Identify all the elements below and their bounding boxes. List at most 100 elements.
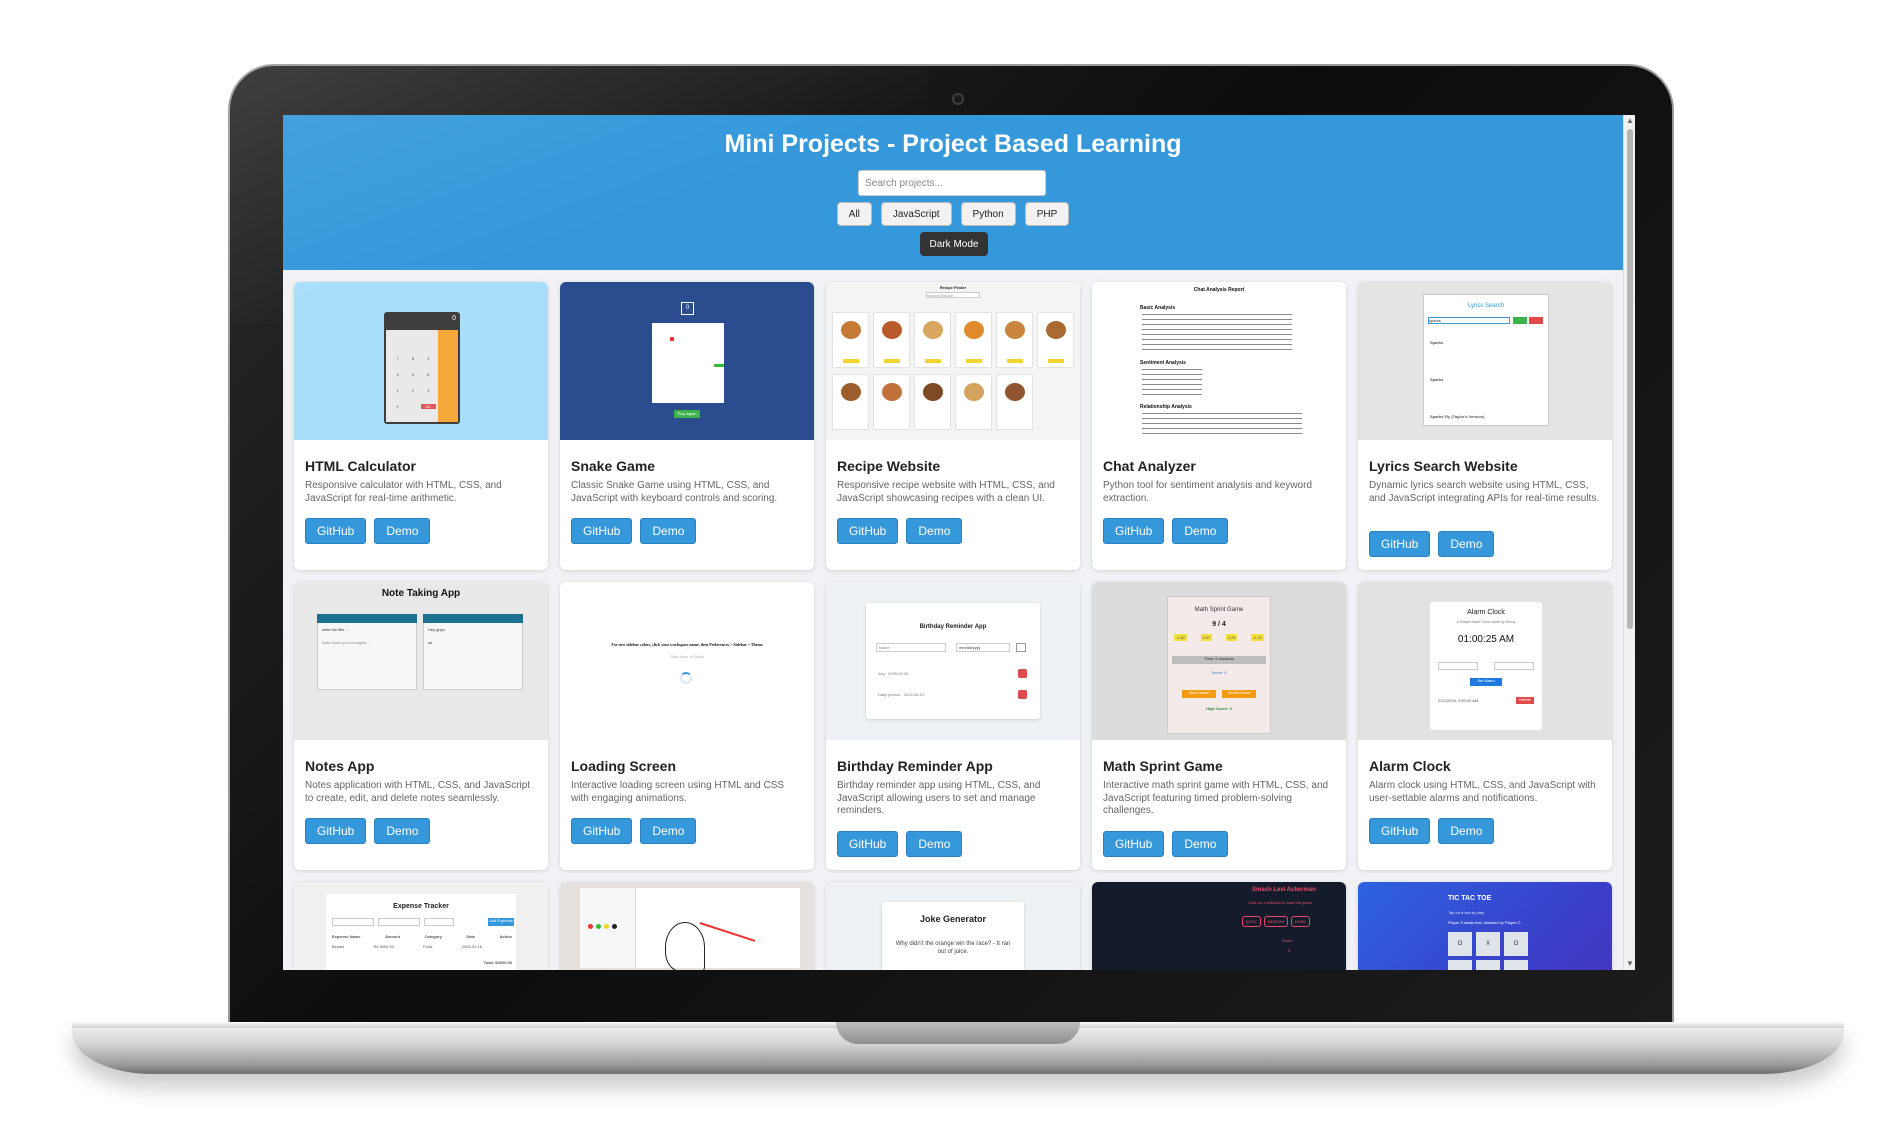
project-card: 0 789 456 123 0 AC HTML Calculator Respon… (294, 282, 548, 570)
project-actions: GitHub Demo (1369, 531, 1495, 557)
play-again-button: Play Again (674, 410, 700, 418)
joke-generator-screenshot: Joke Generator Why didn't the orange win… (826, 882, 1080, 970)
page-header: Mini Projects - Project Based Learning A… (283, 115, 1623, 270)
expense-tracker-screenshot: Expense Tracker Add Expense Expense Name… (294, 882, 548, 970)
birthday-reminder-screenshot: Birthday Reminder App Name mm/dd/yyyy he… (826, 582, 1080, 740)
demo-button[interactable]: Demo (374, 818, 431, 844)
vertical-scrollbar[interactable]: ▲ ▼ (1623, 115, 1635, 970)
project-title: Lyrics Search Website (1369, 458, 1518, 474)
project-description: Responsive recipe website with HTML, CSS… (837, 480, 1055, 504)
demo-button[interactable]: Demo (374, 518, 431, 544)
project-description: Interactive loading screen using HTML an… (571, 780, 785, 804)
github-button[interactable]: GitHub (837, 518, 899, 544)
notes-app-screenshot: Note Taking App write the title ... Note… (294, 582, 548, 740)
recipe-search: Search Recipe (926, 292, 980, 298)
demo-button[interactable]: Demo (1438, 818, 1495, 844)
demo-button[interactable]: Demo (906, 831, 963, 857)
loading-screen-screenshot: For new sidebar colors, click your works… (560, 582, 814, 740)
filter-javascript-button[interactable]: JavaScript (880, 202, 952, 226)
drawing-app-screenshot (560, 882, 814, 970)
project-actions: GitHub Demo (571, 518, 697, 544)
project-description: Notes application with HTML, CSS, and Ja… (305, 780, 531, 804)
project-title: Alarm Clock (1369, 758, 1451, 774)
webcam-icon (952, 93, 964, 105)
demo-button[interactable]: Demo (1172, 831, 1229, 857)
demo-button[interactable]: Demo (1438, 531, 1495, 557)
project-card: Recipe Finder Search Recipe Recipe Websi… (826, 282, 1080, 570)
scrollbar-thumb[interactable] (1627, 129, 1633, 629)
project-description: Birthday reminder app using HTML, CSS, a… (837, 780, 1041, 816)
notes-heading: Note Taking App (381, 588, 461, 599)
project-card: For new sidebar colors, click your works… (560, 582, 814, 870)
project-actions: GitHub Demo (1103, 831, 1229, 857)
scroll-down-arrow-icon[interactable]: ▼ (1626, 960, 1634, 968)
chat-analyzer-screenshot: Chat Analysis Report Basic Analysis Sent… (1092, 282, 1346, 440)
project-card: Lyrics Search sparks Sparks Sparks Spark… (1358, 282, 1612, 570)
github-button[interactable]: GitHub (571, 518, 633, 544)
page-title: Mini Projects - Project Based Learning (724, 130, 1182, 158)
github-button[interactable]: GitHub (571, 818, 633, 844)
project-title: Chat Analyzer (1103, 458, 1196, 474)
github-button[interactable]: GitHub (1103, 831, 1165, 857)
recipe-heading: Recipe Finder (939, 285, 967, 290)
alarm-clock-screenshot: Alarm Clock A Simple Alarm Clock made by… (1358, 582, 1612, 740)
snake-board (652, 323, 724, 403)
demo-button[interactable]: Demo (906, 518, 963, 544)
project-card: 0 Play Again Snake Game Classic Snake Ga… (560, 282, 814, 570)
calculator-display: 0 (452, 315, 456, 322)
project-title: Math Sprint Game (1103, 758, 1223, 774)
github-button[interactable]: GitHub (305, 518, 367, 544)
filter-all-button[interactable]: All (836, 202, 872, 226)
github-button[interactable]: GitHub (1369, 531, 1431, 557)
github-button[interactable]: GitHub (1369, 818, 1431, 844)
tic-tac-toe-board: O X O (1448, 932, 1528, 956)
filter-python-button[interactable]: Python (960, 202, 1016, 226)
project-card: Joke Generator Why didn't the orange win… (826, 882, 1080, 970)
project-description: Dynamic lyrics search website using HTML… (1369, 480, 1600, 504)
project-title: Birthday Reminder App (837, 758, 993, 774)
project-description: Responsive calculator with HTML, CSS, an… (305, 480, 502, 504)
project-grid: 0 789 456 123 0 AC HTML Calculator Respon… (294, 282, 1612, 970)
project-card: Birthday Reminder App Name mm/dd/yyyy he… (826, 582, 1080, 870)
project-title: Snake Game (571, 458, 656, 474)
dark-mode-button[interactable]: Dark Mode (920, 232, 988, 256)
snake-game-screenshot: 0 Play Again (560, 282, 814, 440)
project-card: Alarm Clock A Simple Alarm Clock made by… (1358, 582, 1612, 870)
scroll-up-arrow-icon[interactable]: ▲ (1626, 117, 1634, 125)
lyrics-heading: Lyrics Search (1467, 303, 1505, 309)
demo-button[interactable]: Demo (640, 818, 697, 844)
project-actions: GitHub Demo (305, 818, 431, 844)
laptop-mockup: Mini Projects - Project Based Learning A… (0, 0, 1895, 1139)
demo-button[interactable]: Demo (1172, 518, 1229, 544)
browser-viewport: Mini Projects - Project Based Learning A… (283, 115, 1635, 970)
chat-report-heading: Chat Analysis Report (1193, 287, 1245, 293)
chat-report-lines (1142, 314, 1292, 354)
filter-php-button[interactable]: PHP (1024, 202, 1070, 226)
project-actions: GitHub Demo (837, 831, 963, 857)
alarm-time-display: 01:00:25 AM (1457, 634, 1515, 645)
github-button[interactable]: GitHub (305, 818, 367, 844)
project-description: Python tool for sentiment analysis and k… (1103, 480, 1312, 504)
lyrics-search-field: sparks (1428, 317, 1510, 324)
project-actions: GitHub Demo (837, 518, 963, 544)
project-title: HTML Calculator (305, 458, 416, 474)
recipe-cards (832, 312, 1074, 430)
project-actions: GitHub Demo (1103, 518, 1229, 544)
demo-button[interactable]: Demo (640, 518, 697, 544)
calculator-screenshot: 0 789 456 123 0 AC (294, 282, 548, 440)
loading-spinner-icon (680, 672, 692, 684)
snake-score: 0 (681, 302, 694, 315)
snake-food (670, 337, 674, 341)
project-description: Interactive math sprint game with HTML, … (1103, 780, 1329, 816)
project-actions: GitHub Demo (1369, 818, 1495, 844)
github-button[interactable]: GitHub (837, 831, 899, 857)
project-card (560, 882, 814, 970)
search-input[interactable] (858, 170, 1046, 196)
github-button[interactable]: GitHub (1103, 518, 1165, 544)
project-actions: GitHub Demo (305, 518, 431, 544)
project-actions: GitHub Demo (571, 818, 697, 844)
project-title: Notes App (305, 758, 375, 774)
lyrics-screenshot: Lyrics Search sparks Sparks Sparks Spark… (1358, 282, 1612, 440)
project-card: Chat Analysis Report Basic Analysis Sent… (1092, 282, 1346, 570)
project-description: Alarm clock using HTML, CSS, and JavaScr… (1369, 780, 1596, 804)
